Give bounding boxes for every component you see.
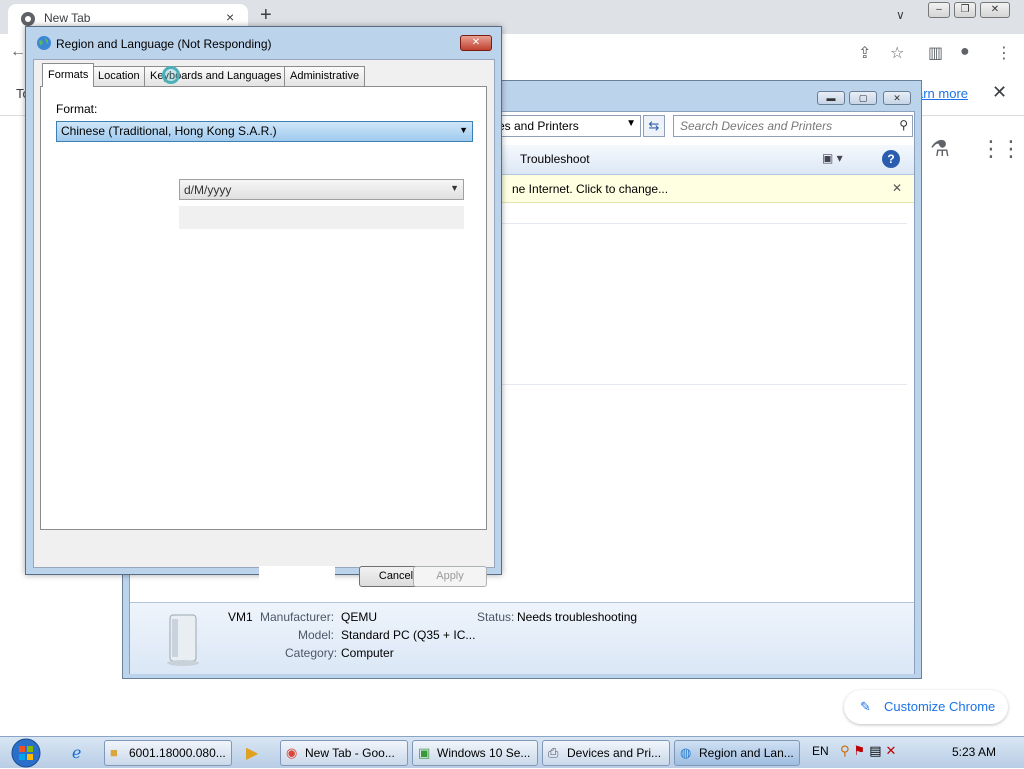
category-value: Computer <box>341 646 394 660</box>
taskbar-button-region[interactable]: ◍ Region and Lan... <box>674 740 800 766</box>
internet-explorer-icon[interactable]: ℯ <box>72 743 81 763</box>
formats-panel: Format: Chinese (Traditional, Hong Kong … <box>40 86 487 530</box>
customize-chrome-label: Customize Chrome <box>884 699 996 714</box>
details-pane: VM1 Manufacturer: QEMU Model: Standard P… <box>130 602 914 674</box>
search-input[interactable]: Search Devices and Printers ⚲ <box>673 115 913 137</box>
chrome-icon <box>21 12 35 26</box>
group-divider <box>495 384 907 385</box>
manufacturer-value: QEMU <box>341 610 377 624</box>
long-date-field <box>179 206 464 229</box>
dialog-body: Formats Location Keyboards and Languages… <box>33 59 495 589</box>
notice-text[interactable]: ne Internet. Click to change... <box>512 182 668 196</box>
taskbar-button-label: Windows 10 Se... <box>437 746 531 760</box>
status-value: Needs troubleshooting <box>517 610 638 624</box>
pencil-icon: ✎ <box>860 699 871 714</box>
apps-grid-icon[interactable]: ⋮⋮⋮ <box>980 136 1024 162</box>
clock[interactable]: 5:23 AM <box>952 745 996 759</box>
troubleshoot-button[interactable]: Troubleshoot <box>520 152 590 166</box>
back-icon[interactable]: ← <box>10 43 26 61</box>
format-label: Format: <box>56 102 98 116</box>
printer-icon: ⎙ <box>548 745 559 760</box>
labs-flask-icon[interactable]: ⚗ <box>930 136 950 162</box>
model-label: Model: <box>298 628 335 642</box>
chevron-down-icon: ▼ <box>450 183 459 193</box>
short-date-dropdown[interactable]: d/M/yyyy ▼ <box>179 179 464 200</box>
taskbar-button-label: Devices and Pri... <box>567 746 662 760</box>
format-selected-value: Chinese (Traditional, Hong Kong S.A.R.) <box>61 124 277 138</box>
chevron-down-icon: ▼ <box>459 125 468 135</box>
dialog-close-button[interactable]: ✕ <box>460 35 492 51</box>
model-value: Standard PC (Q35 + IC... <box>341 628 476 642</box>
region-language-dialog: Region and Language (Not Responding) ✕ F… <box>25 26 502 589</box>
tab-administrative[interactable]: Administrative <box>284 66 366 86</box>
tab-close-icon[interactable]: × <box>226 9 234 25</box>
system-tray-icons[interactable]: ⚲⚑▤✕ <box>840 743 900 759</box>
manufacturer-label: Manufacturer: <box>260 610 335 624</box>
address-bar[interactable]: es and Printers ▼ <box>493 115 641 137</box>
address-dropdown-icon[interactable]: ▼ <box>626 118 636 129</box>
network-icon[interactable]: ▤ <box>869 743 885 758</box>
windows-start-icon[interactable] <box>6 737 46 769</box>
notice-close-icon[interactable]: ✕ <box>892 181 902 195</box>
status-label: Status: <box>477 610 515 624</box>
chrome-icon: ◉ <box>286 745 298 760</box>
globe-icon <box>37 36 51 50</box>
search-icon[interactable]: ⚲ <box>840 743 854 758</box>
dp-maximize-button[interactable]: ▢ <box>849 91 877 105</box>
folder-icon: ■ <box>110 745 118 760</box>
side-panel-icon[interactable]: ▥ <box>928 43 943 63</box>
search-placeholder: Search Devices and Printers <box>680 119 833 133</box>
address-text: es and Printers <box>498 119 579 133</box>
dialog-title: Region and Language (Not Responding) <box>56 37 272 51</box>
short-date-value: d/M/yyyy <box>184 183 232 197</box>
customize-chrome-button[interactable]: ✎ Customize Chrome <box>844 690 1008 724</box>
taskbar: ℯ ■ 6001.18000.080... ▶ ◉ New Tab - Goo.… <box>0 736 1024 768</box>
tab-title: New Tab <box>44 11 91 25</box>
chrome-minimize-button[interactable]: – <box>928 2 950 18</box>
globe-icon: ◍ <box>680 745 692 760</box>
new-tab-button[interactable]: + <box>260 5 272 25</box>
group-divider <box>495 223 907 224</box>
category-label: Category: <box>285 646 338 660</box>
window-icon: ▣ <box>418 745 431 760</box>
profile-avatar-icon[interactable]: ● <box>960 43 970 61</box>
language-indicator[interactable]: EN <box>812 744 829 758</box>
device-name: VM1 <box>228 610 253 624</box>
taskbar-button-label: 6001.18000.080... <box>129 746 226 760</box>
taskbar-button-label: New Tab - Goo... <box>305 746 395 760</box>
bookmark-star-icon[interactable]: ☆ <box>890 43 904 63</box>
change-view-icon[interactable]: ▣ ▾ <box>822 151 843 165</box>
taskbar-button-windows10[interactable]: ▣ Windows 10 Se... <box>412 740 538 766</box>
ok-button-unpainted <box>259 566 335 589</box>
action-center-icon[interactable]: ⚑ <box>854 743 870 758</box>
volume-muted-icon[interactable]: ✕ <box>885 743 900 758</box>
apply-button[interactable]: Apply <box>413 566 487 587</box>
infobar-close-icon[interactable]: ✕ <box>992 82 1007 103</box>
tab-location[interactable]: Location <box>92 66 146 86</box>
busy-cursor-icon <box>162 66 180 84</box>
help-icon[interactable]: ? <box>882 150 900 168</box>
taskbar-button-folder[interactable]: ■ 6001.18000.080... <box>104 740 232 766</box>
share-icon[interactable]: ⇪ <box>858 43 871 63</box>
learn-more-link[interactable]: arn more <box>916 86 968 101</box>
taskbar-button-chrome[interactable]: ◉ New Tab - Goo... <box>280 740 408 766</box>
chrome-close-button[interactable]: ✕ <box>980 2 1010 18</box>
taskbar-button-label: Region and Lan... <box>699 746 794 760</box>
computer-tower-icon <box>167 614 199 666</box>
chrome-restore-button[interactable]: ❐ <box>954 2 976 18</box>
refresh-icon[interactable]: ⇆ <box>643 115 665 137</box>
chrome-menu-icon[interactable]: ⋮ <box>996 43 1012 63</box>
tab-search-icon[interactable]: ∨ <box>896 8 905 22</box>
format-dropdown[interactable]: Chinese (Traditional, Hong Kong S.A.R.) … <box>56 121 473 142</box>
search-icon[interactable]: ⚲ <box>899 118 908 132</box>
media-player-icon[interactable]: ▶ <box>246 743 258 763</box>
dp-close-button[interactable]: ✕ <box>883 91 911 105</box>
tab-formats[interactable]: Formats <box>42 63 95 87</box>
taskbar-button-devices[interactable]: ⎙ Devices and Pri... <box>542 740 670 766</box>
dp-minimize-button[interactable]: ▬ <box>817 91 845 105</box>
